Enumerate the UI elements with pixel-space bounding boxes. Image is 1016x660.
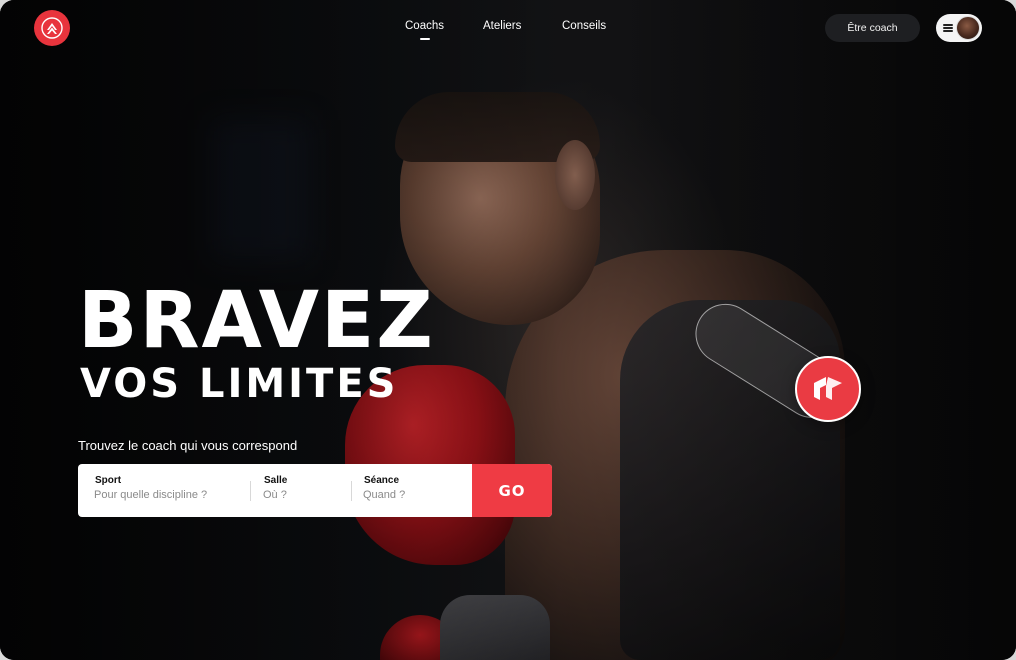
- hero-subtitle: VOS LIMITES: [80, 361, 399, 407]
- seance-field: Séance: [363, 464, 464, 517]
- field-divider: [351, 481, 352, 501]
- app-frame: Coachs Ateliers Conseils Être coach BRAV…: [0, 0, 1016, 660]
- seance-label: Séance: [364, 475, 400, 486]
- become-coach-button[interactable]: Être coach: [825, 14, 920, 42]
- sport-input[interactable]: [94, 489, 244, 501]
- sport-field: Sport: [94, 464, 245, 517]
- field-divider: [250, 481, 251, 501]
- nav-item-conseils[interactable]: Conseils: [562, 20, 606, 32]
- seance-input[interactable]: [363, 489, 463, 501]
- salle-field: Salle: [263, 464, 349, 517]
- hero-title: BRAVEZ: [78, 276, 435, 366]
- coach-search-form: Sport Salle Séance GO: [78, 464, 552, 517]
- user-menu-button[interactable]: [936, 14, 982, 42]
- brand-badge-icon: [795, 356, 861, 422]
- sport-label: Sport: [95, 475, 122, 486]
- hamburger-icon: [943, 24, 953, 32]
- hero-tagline: Trouvez le coach qui vous correspond: [78, 438, 298, 453]
- nav-item-coachs[interactable]: Coachs: [405, 20, 444, 40]
- avatar: [956, 16, 980, 40]
- go-button[interactable]: GO: [472, 464, 552, 517]
- salle-label: Salle: [264, 475, 288, 486]
- nav-item-ateliers[interactable]: Ateliers: [483, 20, 521, 32]
- salle-input[interactable]: [263, 489, 348, 501]
